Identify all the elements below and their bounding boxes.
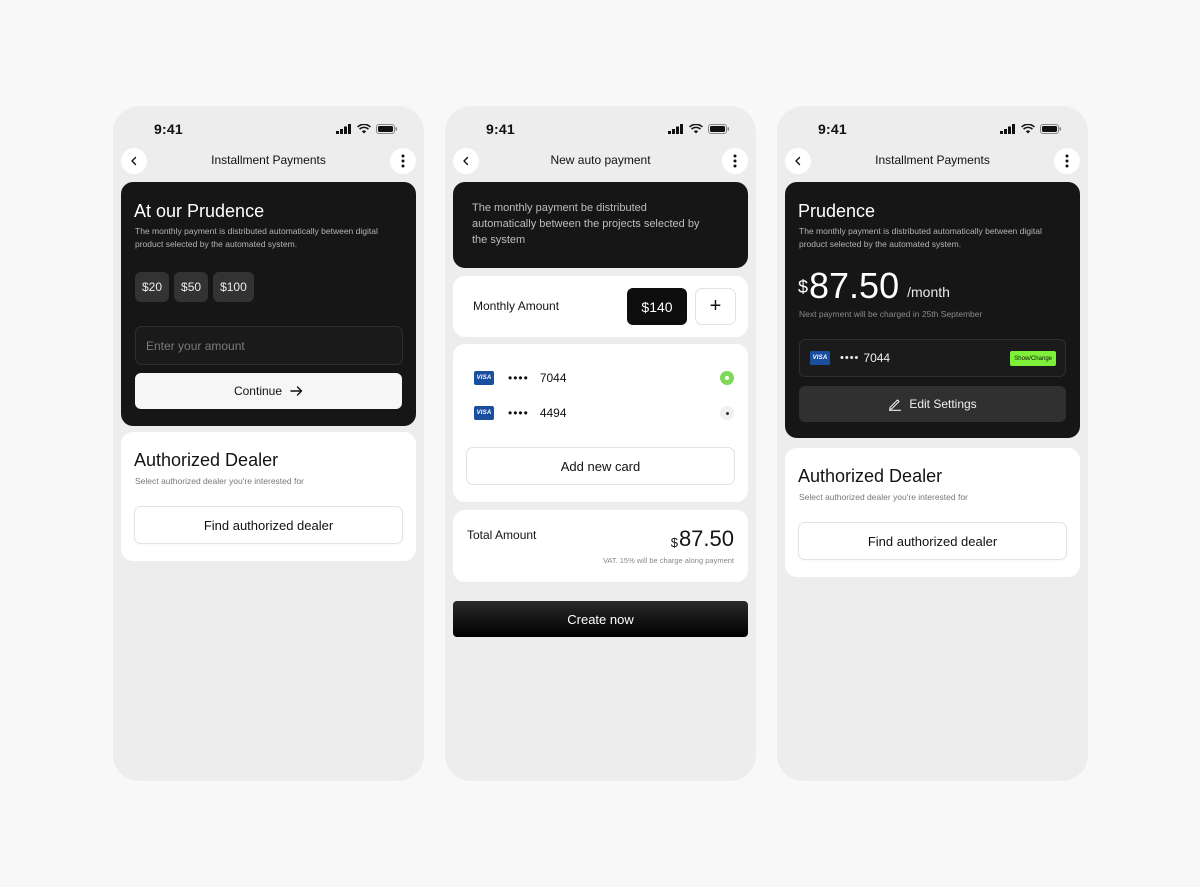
amount-input[interactable]: Enter your amount — [135, 326, 403, 365]
phone-screen-auto-payment: 9:41 New auto payment The monthly paymen… — [445, 106, 756, 781]
phone-screen-installment: 9:41 Installment Payments At our Prudenc… — [113, 106, 424, 781]
amount-number: 87.50 — [809, 265, 900, 306]
status-bar: 9:41 — [113, 120, 424, 138]
continue-button[interactable]: Continue — [135, 373, 402, 409]
nav-bar: Installment Payments — [785, 148, 1080, 174]
card-option-4494[interactable]: VISA •••• 4494 — [474, 405, 734, 421]
nav-bar: New auto payment — [453, 148, 748, 174]
card-last4: 7044 — [863, 351, 891, 365]
edit-settings-button[interactable]: Edit Settings — [799, 386, 1066, 422]
amount-chips: $20 $50 $100 — [135, 272, 254, 302]
dealer-card: Authorized Dealer Select authorized deal… — [785, 448, 1080, 577]
status-icons — [1000, 124, 1062, 134]
selected-card-bar: VISA •••• 7044 Show/Change — [799, 339, 1066, 377]
prudence-title: Prudence — [798, 201, 876, 221]
chip-amount-50[interactable]: $50 — [174, 272, 209, 302]
card-mask: •••• — [508, 406, 529, 420]
next-payment-note: Next payment will be charged in 25th Sep… — [799, 309, 983, 319]
nav-bar: Installment Payments — [121, 148, 416, 174]
prudence-title: At our Prudence — [134, 201, 265, 221]
status-time: 9:41 — [486, 121, 515, 137]
auto-payment-info-card: The monthly payment be distributed autom… — [453, 182, 748, 268]
status-bar: 9:41 — [777, 120, 1088, 138]
status-icons — [668, 124, 730, 134]
total-amount-card: Total Amount $ 87.50 VAT. 15% will be ch… — [453, 510, 748, 582]
total-amount-value: $ 87.50 — [671, 526, 734, 552]
battery-icon — [708, 124, 730, 134]
visa-icon: VISA — [474, 406, 494, 420]
monthly-amount-display: $ 87.50 /month — [798, 268, 950, 304]
monthly-amount-card: Monthly Amount $140 + — [453, 276, 748, 337]
prudence-description: The monthly payment is distributed autom… — [799, 226, 1042, 249]
more-button[interactable] — [390, 148, 416, 174]
phone-screen-installment-active: 9:41 Installment Payments Prudence The m… — [777, 106, 1088, 781]
radio-unselected[interactable] — [720, 406, 734, 420]
wifi-icon — [1021, 124, 1035, 134]
visa-icon: VISA — [810, 351, 830, 365]
visa-icon: VISA — [474, 371, 494, 385]
battery-icon — [376, 124, 398, 134]
page-title: Installment Payments — [211, 153, 326, 167]
auto-payment-description: The monthly payment be distributed autom… — [472, 202, 700, 246]
more-button[interactable] — [1054, 148, 1080, 174]
find-dealer-button[interactable]: Find authorized dealer — [134, 506, 403, 544]
more-button[interactable] — [722, 148, 748, 174]
create-now-button[interactable]: Create now — [453, 601, 748, 637]
increase-amount-button[interactable]: + — [695, 288, 736, 325]
dealer-title: Authorized Dealer — [798, 466, 943, 486]
battery-icon — [1040, 124, 1062, 134]
chip-amount-20[interactable]: $20 — [135, 272, 170, 302]
status-bar: 9:41 — [445, 120, 756, 138]
status-time: 9:41 — [154, 121, 183, 137]
dealer-description: Select authorized dealer you're interest… — [799, 492, 968, 502]
vat-note: VAT. 15% will be charge along payment — [602, 556, 734, 565]
page-title: Installment Payments — [875, 153, 990, 167]
total-amount-label: Total Amount — [467, 528, 537, 542]
status-icons — [336, 124, 398, 134]
status-time: 9:41 — [818, 121, 847, 137]
monthly-amount-label: Monthly Amount — [473, 299, 560, 313]
dealer-card: Authorized Dealer Select authorized deal… — [121, 432, 416, 561]
monthly-amount-value[interactable]: $140 — [627, 288, 687, 325]
more-vertical-icon — [401, 154, 405, 168]
cellular-signal-icon — [336, 124, 351, 134]
total-currency: $ — [670, 535, 678, 550]
amount-input-placeholder: Enter your amount — [146, 338, 245, 353]
prudence-card: Prudence The monthly payment is distribu… — [785, 182, 1080, 438]
find-dealer-button[interactable]: Find authorized dealer — [798, 522, 1067, 560]
card-mask: •••• — [508, 371, 529, 385]
card-last4: 7044 — [539, 371, 567, 385]
chip-amount-100[interactable]: $100 — [213, 272, 254, 302]
card-last4: 4494 — [539, 406, 567, 420]
card-mask: •••• — [840, 352, 860, 364]
prudence-card: At our Prudence The monthly payment is d… — [121, 182, 416, 426]
wifi-icon — [357, 124, 371, 134]
dealer-description: Select authorized dealer you're interest… — [135, 476, 304, 486]
cellular-signal-icon — [1000, 124, 1015, 134]
arrow-right-icon — [290, 386, 303, 396]
more-vertical-icon — [733, 154, 737, 168]
continue-label: Continue — [233, 384, 283, 398]
amount-period: /month — [907, 284, 950, 300]
dealer-title: Authorized Dealer — [134, 450, 279, 470]
pencil-icon — [889, 399, 902, 411]
wifi-icon — [689, 124, 703, 134]
show-change-button[interactable]: Show/Change — [1010, 351, 1056, 366]
prudence-description: The monthly payment is distributed autom… — [135, 226, 378, 249]
more-vertical-icon — [1065, 154, 1069, 168]
payment-cards-list: VISA •••• 7044 VISA •••• 4494 Add new ca… — [453, 344, 748, 502]
radio-selected[interactable] — [720, 371, 734, 385]
edit-settings-label: Edit Settings — [909, 397, 977, 411]
cellular-signal-icon — [668, 124, 683, 134]
add-new-card-button[interactable]: Add new card — [466, 447, 735, 485]
card-option-7044[interactable]: VISA •••• 7044 — [474, 370, 734, 386]
total-number: 87.50 — [678, 526, 734, 551]
amount-currency: $ — [798, 277, 809, 297]
page-title: New auto payment — [550, 153, 651, 167]
